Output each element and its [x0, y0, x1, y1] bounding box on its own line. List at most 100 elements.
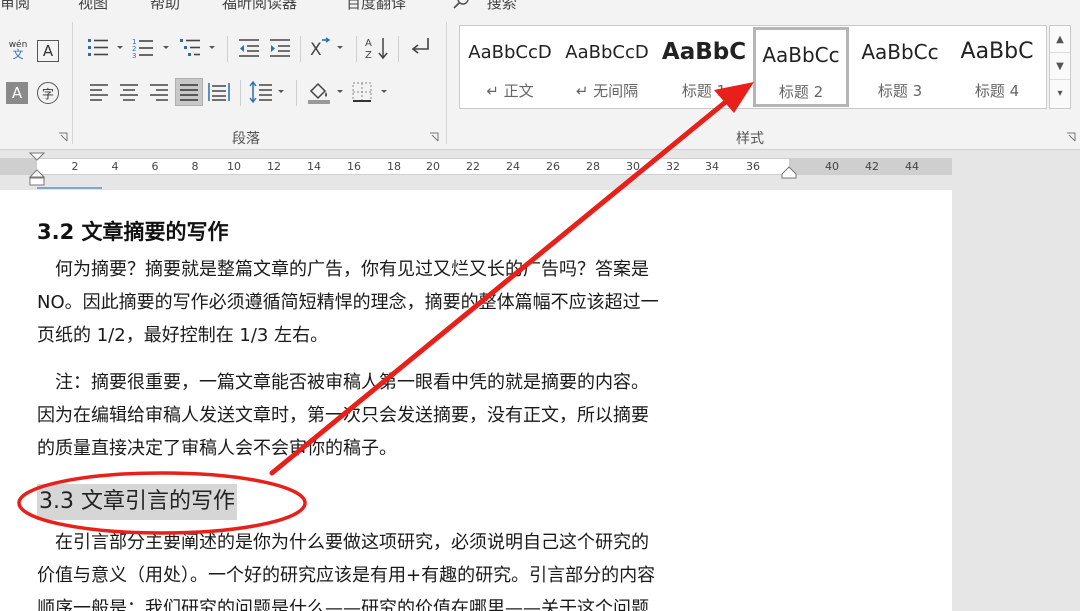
ruler-tick: 16: [347, 160, 361, 173]
phonetic-guide-button[interactable]: wén 文: [6, 36, 30, 64]
text-direction-button[interactable]: X: [308, 34, 348, 62]
ruler-tick: 32: [666, 160, 680, 173]
styles-gallery-scroll: ▲ ▼ ▾: [1049, 25, 1071, 109]
paragraph-introduction[interactable]: 在引言部分主要阐述的是你为什么要做这项研究，必须说明自己这个研究的 价值与意义（…: [37, 526, 797, 611]
ruler-tick: 14: [307, 160, 321, 173]
style-sample: AaBbC: [661, 39, 747, 65]
toolbar-divider: [240, 80, 241, 106]
shading-button[interactable]: [305, 78, 347, 106]
paragraph-abstract[interactable]: 何为摘要？摘要就是整篇文章的广告，你有见过又烂又长的广告吗？答案是 NO。因此摘…: [37, 253, 797, 352]
paragraph-group-label: 段落: [232, 131, 260, 147]
ribbon-tabs: 审阅 视图 帮助 福昕阅读器 百度翻译 搜索: [0, 0, 1080, 12]
gallery-down-icon[interactable]: ▼: [1050, 53, 1070, 80]
toolbar-divider: [356, 36, 357, 62]
gallery-more-icon[interactable]: ▾: [1050, 80, 1070, 107]
borders-button[interactable]: [350, 78, 392, 106]
bullets-icon: [88, 39, 123, 56]
ruler-tick: 8: [191, 160, 199, 173]
justify-button[interactable]: [175, 78, 203, 106]
style-sample: AaBbCc: [861, 40, 939, 64]
decrease-indent-icon: [239, 39, 259, 57]
ruler-tick: 36: [746, 160, 760, 173]
character-border-button[interactable]: A: [37, 40, 59, 62]
group-separator: [446, 22, 447, 144]
text-line: NO。因此摘要的写作必须遵循简短精悍的理念，摘要的整体篇幅不应该超过一: [37, 292, 659, 313]
paragraph-dialog-launcher-icon[interactable]: [429, 132, 441, 144]
paragraph-note[interactable]: 注：摘要很重要，一篇文章能否被审稿人第一眼看中凭的就是摘要的内容。 因为在编辑给…: [37, 366, 797, 465]
tab-view[interactable]: 视图: [78, 0, 108, 13]
bullets-button[interactable]: [86, 34, 126, 62]
style-heading-1[interactable]: AaBbC 标题 1: [656, 26, 752, 108]
styles-group-label: 样式: [736, 131, 764, 147]
tab-help[interactable]: 帮助: [150, 0, 180, 13]
indent-markers[interactable]: [29, 152, 45, 186]
right-indent-marker[interactable]: [781, 166, 797, 180]
style-name: 标题 4: [974, 82, 1020, 100]
ruler-tick: 18: [387, 160, 401, 173]
paint-bucket-icon: [308, 82, 343, 104]
word-window: 审阅 视图 帮助 福昕阅读器 百度翻译 搜索 wén 文 A A 字 1 2 3…: [0, 0, 1080, 611]
line-spacing-icon: [249, 80, 284, 104]
tab-foxit-reader[interactable]: 福昕阅读器: [222, 0, 297, 13]
align-left-button[interactable]: [86, 78, 112, 106]
heading-3-2[interactable]: 3.2 文章摘要的写作: [37, 216, 229, 246]
font-dialog-launcher-icon[interactable]: [58, 132, 70, 144]
show-formatting-marks-button[interactable]: [406, 34, 434, 62]
style-heading-4[interactable]: AaBbC 标题 4: [949, 26, 1045, 108]
ruler-band: 2 4 6 8 10 12 14 16 18 20 22 24 26 28 30…: [0, 158, 952, 175]
ruler-tick: 34: [705, 160, 719, 173]
align-center-icon: [120, 84, 138, 101]
line-spacing-button[interactable]: [248, 78, 288, 106]
justify-icon: [180, 84, 198, 101]
numbering-button[interactable]: 123: [131, 34, 173, 62]
toolbar-divider: [227, 36, 228, 62]
ruler-tick: 22: [466, 160, 480, 173]
ruler-tick: 28: [586, 160, 600, 173]
numbering-icon: 123: [132, 38, 169, 60]
text-direction-icon: X: [310, 37, 343, 60]
text-line: 何为摘要？摘要就是整篇文章的广告，你有见过又烂又长的广告吗？答案是: [37, 259, 649, 280]
style-heading-3[interactable]: AaBbCc 标题 3: [852, 26, 948, 108]
distributed-button[interactable]: [206, 78, 232, 106]
gallery-up-icon[interactable]: ▲: [1050, 26, 1070, 53]
search-icon: [452, 0, 470, 15]
style-normal[interactable]: AaBbCcD ↵ 正文: [462, 26, 558, 108]
multilevel-list-button[interactable]: [178, 34, 220, 62]
ruler-tick: 4: [111, 160, 119, 173]
character-shading-button[interactable]: A: [6, 82, 28, 104]
styles-dialog-launcher-icon[interactable]: [1066, 132, 1078, 144]
tab-review[interactable]: 审阅: [0, 0, 30, 13]
enclose-characters-button[interactable]: 字: [37, 82, 59, 104]
toolbar-divider: [300, 36, 301, 62]
align-center-button[interactable]: [116, 78, 142, 106]
sort-button[interactable]: AZ: [364, 34, 392, 62]
style-sample: AaBbCcD: [468, 42, 552, 63]
ruler-tick: 20: [426, 160, 440, 173]
toolbar-divider: [398, 36, 399, 62]
tab-baidu-translate[interactable]: 百度翻译: [346, 0, 406, 13]
ruler-tick: 12: [267, 160, 281, 173]
paragraph-mark-icon: [411, 38, 429, 54]
heading-3-3-selected[interactable]: 3.3 文章引言的写作: [37, 484, 237, 520]
style-sample: AaBbCc: [762, 43, 840, 67]
decrease-indent-button[interactable]: [236, 34, 262, 62]
align-right-button[interactable]: [146, 78, 172, 106]
style-name: ↵ 正文: [486, 82, 534, 100]
text-line: 注：摘要很重要，一篇文章能否被审稿人第一眼看中凭的就是摘要的内容。: [37, 372, 649, 393]
style-sample: AaBbCcD: [565, 42, 649, 63]
style-heading-2[interactable]: AaBbCc 标题 2: [753, 27, 849, 107]
text-line: 页纸的 1/2，最好控制在 1/3 左右。: [37, 325, 329, 346]
page-background: [952, 190, 1080, 611]
text-line: 的质量直接决定了审稿人会不会审你的稿子。: [37, 438, 397, 459]
increase-indent-icon: [270, 39, 290, 57]
style-no-spacing[interactable]: AaBbCcD ↵ 无间隔: [559, 26, 655, 108]
svg-text:Z: Z: [365, 50, 372, 61]
sort-icon: AZ: [365, 38, 388, 61]
text-line: 价值与意义（用处）。一个好的研究应该是有用+有趣的研究。引言部分的内容: [37, 565, 656, 586]
increase-indent-button[interactable]: [267, 34, 293, 62]
tab-search[interactable]: 搜索: [452, 0, 542, 15]
tab-search-label: 搜索: [486, 0, 517, 12]
svg-text:3: 3: [132, 52, 136, 60]
horizontal-ruler[interactable]: 2 4 6 8 10 12 14 16 18 20 22 24 26 28 30…: [0, 150, 1080, 190]
style-name: ↵ 无间隔: [575, 82, 639, 100]
